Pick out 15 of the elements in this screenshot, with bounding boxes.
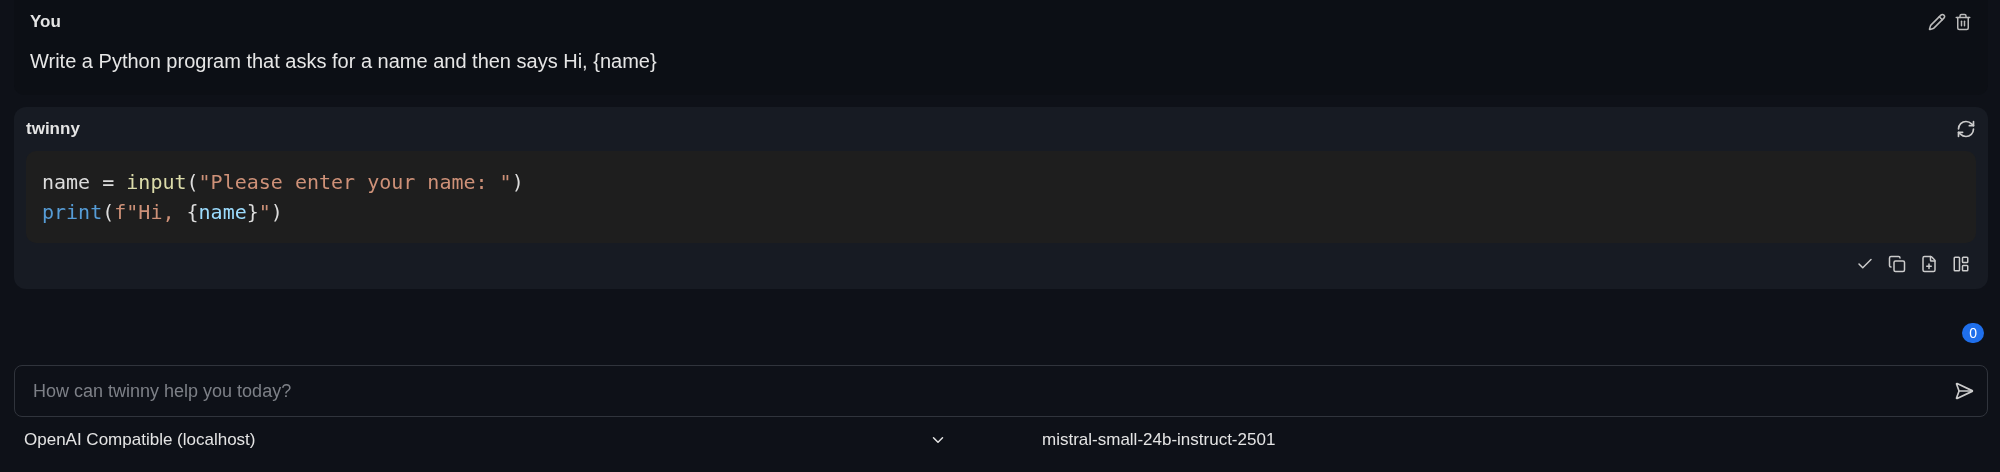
copy-icon[interactable] — [1888, 255, 1906, 273]
code-block: name = input("Please enter your name: ") print(f"Hi, {name}") — [26, 151, 1976, 243]
author-name: You — [30, 12, 61, 32]
edit-icon[interactable] — [1928, 13, 1946, 31]
trash-icon[interactable] — [1954, 13, 1972, 31]
message-text: Write a Python program that asks for a name and then says Hi, {name} — [30, 50, 658, 73]
new-file-icon[interactable] — [1920, 255, 1938, 273]
provider-select[interactable]: OpenAI Compatible (localhost) — [24, 430, 929, 450]
author-name: twinny — [26, 119, 80, 139]
count-badge: 0 — [1962, 323, 1984, 343]
model-name[interactable]: mistral-small-24b-instruct-2501 — [1042, 430, 1276, 450]
panel-layout-icon[interactable] — [1952, 255, 1970, 273]
send-icon[interactable] — [1954, 381, 1974, 401]
prompt-field[interactable]: How can twinny help you today? — [14, 365, 1988, 417]
regenerate-icon[interactable] — [1956, 119, 1976, 139]
